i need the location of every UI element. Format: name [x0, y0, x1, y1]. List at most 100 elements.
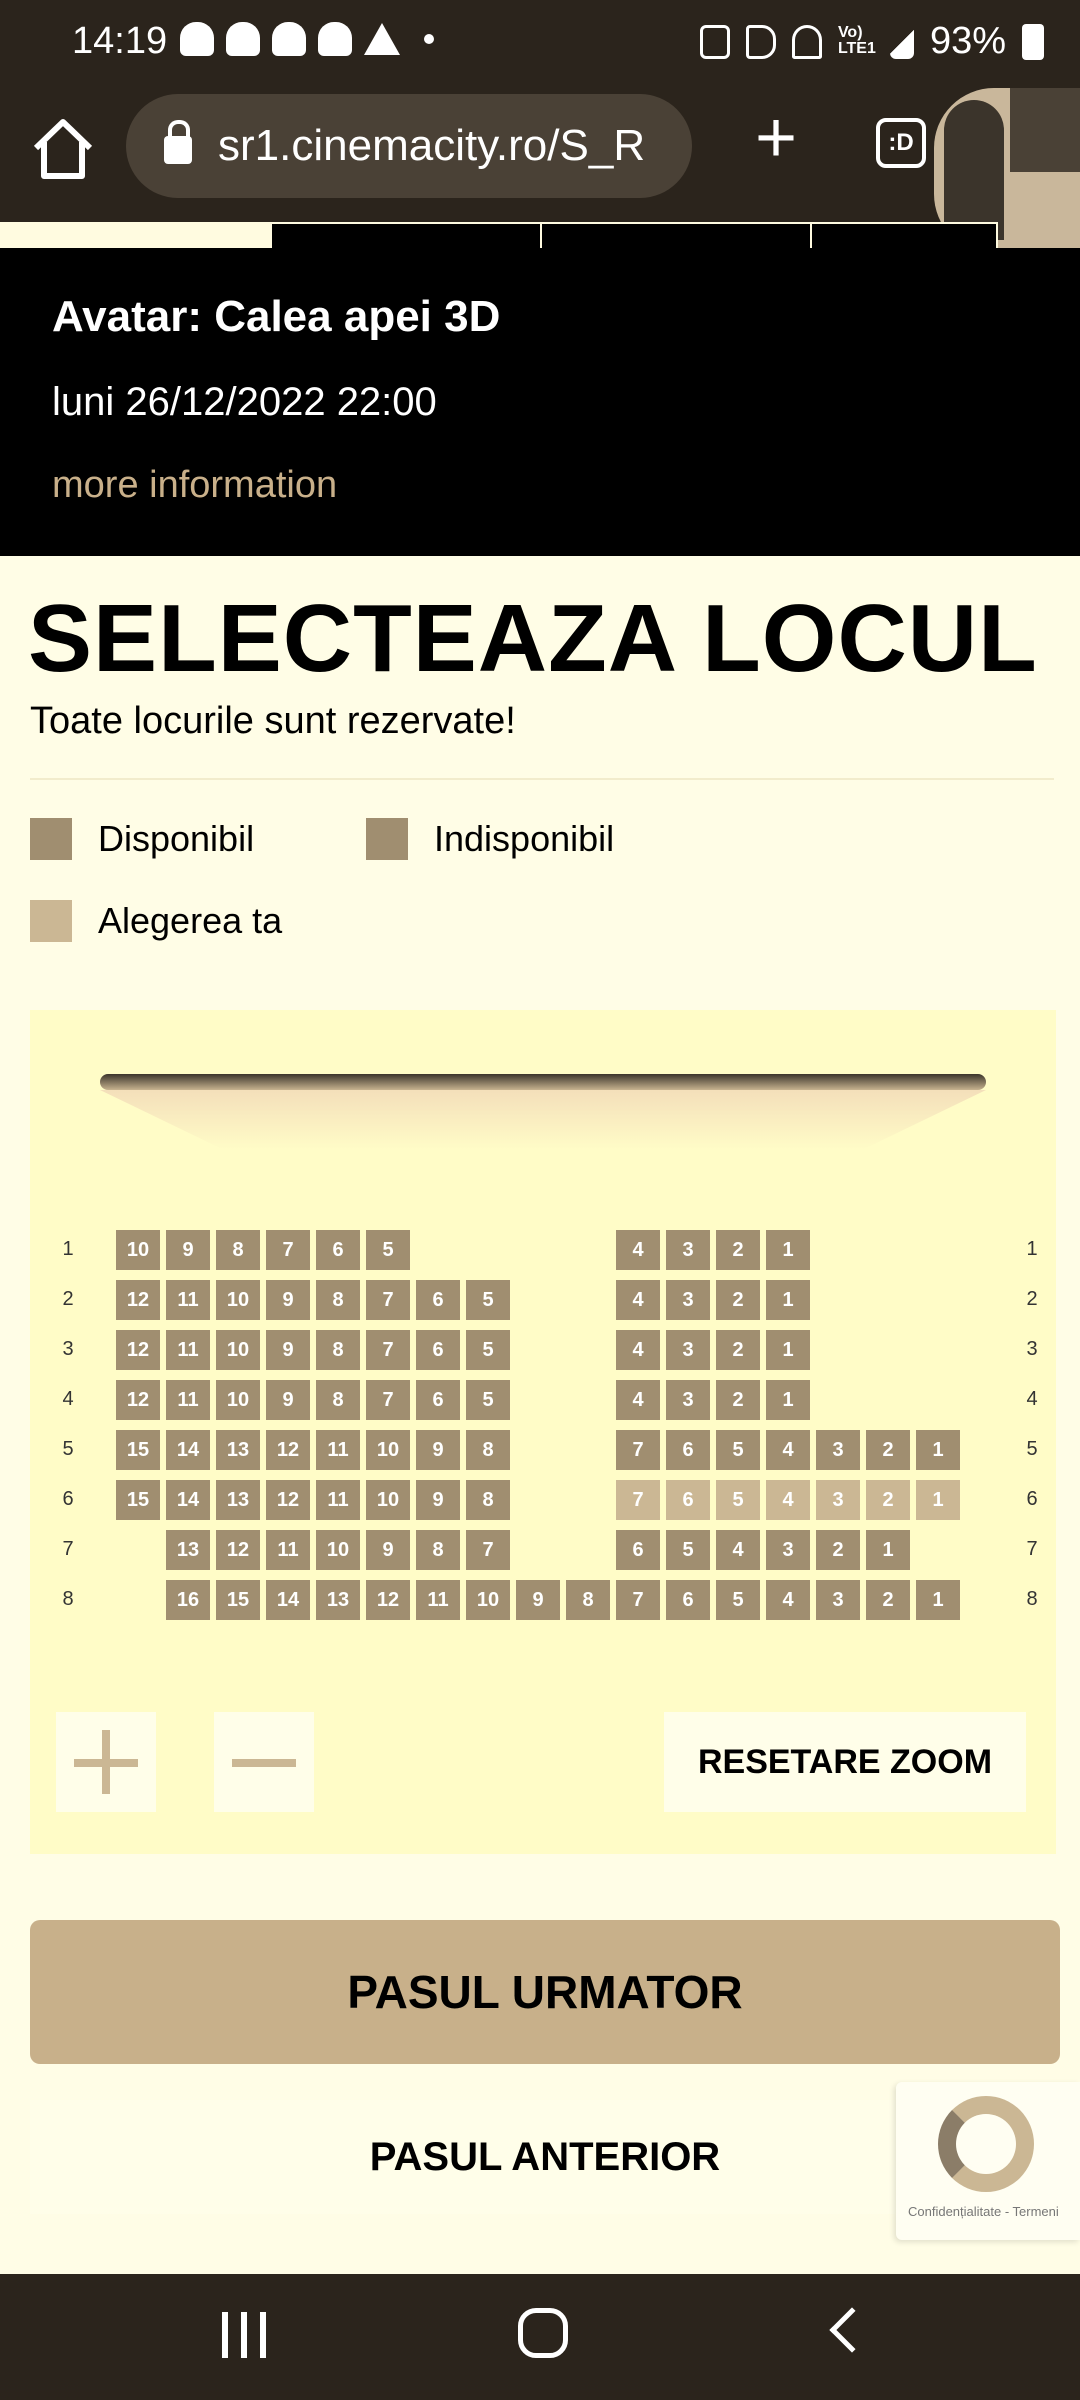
seat[interactable]: 2 — [716, 1380, 760, 1420]
seat[interactable]: 12 — [366, 1580, 410, 1620]
seat[interactable]: 10 — [366, 1430, 410, 1470]
seat[interactable]: 9 — [266, 1330, 310, 1370]
seat[interactable]: 8 — [416, 1530, 460, 1570]
seat[interactable]: 1 — [766, 1330, 810, 1370]
seat[interactable]: 15 — [116, 1480, 160, 1520]
seat[interactable]: 4 — [766, 1580, 810, 1620]
seat[interactable]: 2 — [716, 1330, 760, 1370]
seat[interactable]: 10 — [216, 1380, 260, 1420]
seat[interactable]: 10 — [216, 1280, 260, 1320]
seat[interactable]: 7 — [366, 1330, 410, 1370]
seat[interactable]: 8 — [316, 1280, 360, 1320]
seat[interactable]: 6 — [416, 1380, 460, 1420]
seat[interactable]: 6 — [616, 1530, 660, 1570]
seat[interactable]: 4 — [616, 1280, 660, 1320]
recaptcha-text[interactable]: Confidențialitate - Termeni — [908, 2204, 1059, 2219]
more-information-link[interactable]: more information — [52, 464, 337, 507]
seat[interactable]: 7 — [266, 1230, 310, 1270]
seat[interactable]: 13 — [216, 1480, 260, 1520]
seat[interactable]: 8 — [316, 1330, 360, 1370]
seat[interactable]: 5 — [466, 1380, 510, 1420]
seat[interactable]: 1 — [766, 1380, 810, 1420]
seat[interactable]: 15 — [216, 1580, 260, 1620]
seat[interactable]: 13 — [216, 1430, 260, 1470]
seat[interactable]: 5 — [716, 1580, 760, 1620]
seat[interactable]: 9 — [366, 1530, 410, 1570]
seat[interactable]: 11 — [416, 1580, 460, 1620]
seat[interactable]: 3 — [666, 1330, 710, 1370]
seat[interactable]: 4 — [766, 1430, 810, 1470]
home-button-icon[interactable] — [518, 2308, 568, 2358]
seat[interactable]: 8 — [466, 1480, 510, 1520]
seat[interactable]: 4 — [616, 1330, 660, 1370]
seat[interactable]: 11 — [266, 1530, 310, 1570]
seat[interactable]: 4 — [716, 1530, 760, 1570]
seat[interactable]: 4 — [616, 1380, 660, 1420]
seat[interactable]: 7 — [616, 1580, 660, 1620]
seat[interactable]: 3 — [816, 1430, 860, 1470]
seat[interactable]: 6 — [666, 1480, 710, 1520]
seat[interactable]: 9 — [416, 1480, 460, 1520]
seat[interactable]: 1 — [916, 1580, 960, 1620]
seat[interactable]: 13 — [316, 1580, 360, 1620]
seat[interactable]: 11 — [316, 1480, 360, 1520]
seat[interactable]: 8 — [566, 1580, 610, 1620]
seat[interactable]: 10 — [216, 1330, 260, 1370]
seat[interactable]: 1 — [916, 1430, 960, 1470]
seat[interactable]: 5 — [716, 1430, 760, 1470]
seat[interactable]: 11 — [316, 1430, 360, 1470]
seat[interactable]: 5 — [366, 1230, 410, 1270]
seat[interactable]: 12 — [266, 1430, 310, 1470]
seat[interactable]: 15 — [116, 1430, 160, 1470]
seat[interactable]: 3 — [666, 1230, 710, 1270]
seat[interactable]: 5 — [466, 1280, 510, 1320]
seat[interactable]: 1 — [916, 1480, 960, 1520]
seat[interactable]: 3 — [666, 1380, 710, 1420]
seat[interactable]: 6 — [416, 1330, 460, 1370]
seat[interactable]: 8 — [466, 1430, 510, 1470]
seat[interactable]: 5 — [666, 1530, 710, 1570]
seat[interactable]: 2 — [716, 1230, 760, 1270]
seat[interactable]: 6 — [416, 1280, 460, 1320]
seat[interactable]: 8 — [316, 1380, 360, 1420]
seat[interactable]: 4 — [766, 1480, 810, 1520]
seat[interactable]: 1 — [766, 1280, 810, 1320]
home-icon[interactable] — [28, 114, 98, 184]
seat[interactable]: 13 — [166, 1530, 210, 1570]
back-icon[interactable] — [829, 2307, 875, 2353]
seat[interactable]: 12 — [116, 1280, 160, 1320]
seat[interactable]: 3 — [766, 1530, 810, 1570]
seat[interactable]: 16 — [166, 1580, 210, 1620]
seat[interactable]: 10 — [366, 1480, 410, 1520]
seat[interactable]: 4 — [616, 1230, 660, 1270]
seat[interactable]: 12 — [216, 1530, 260, 1570]
new-tab-icon[interactable]: + — [746, 102, 806, 174]
seat[interactable]: 10 — [116, 1230, 160, 1270]
zoom-in-button[interactable] — [56, 1712, 156, 1812]
seat[interactable]: 12 — [266, 1480, 310, 1520]
seat[interactable]: 9 — [166, 1230, 210, 1270]
seat[interactable]: 5 — [716, 1480, 760, 1520]
seat[interactable]: 2 — [716, 1280, 760, 1320]
seat[interactable]: 1 — [766, 1230, 810, 1270]
seat[interactable]: 12 — [116, 1380, 160, 1420]
zoom-out-button[interactable] — [214, 1712, 314, 1812]
seat[interactable]: 11 — [166, 1380, 210, 1420]
seat[interactable]: 6 — [666, 1580, 710, 1620]
seat[interactable]: 7 — [466, 1530, 510, 1570]
seat[interactable]: 5 — [466, 1330, 510, 1370]
address-bar[interactable]: sr1.cinemacity.ro/S_R — [126, 94, 692, 198]
recaptcha-badge[interactable]: Confidențialitate - Termeni — [896, 2082, 1080, 2240]
reset-zoom-button[interactable]: RESETARE ZOOM — [664, 1712, 1026, 1812]
seat[interactable]: 3 — [816, 1480, 860, 1520]
seat[interactable]: 11 — [166, 1280, 210, 1320]
seat[interactable]: 14 — [266, 1580, 310, 1620]
seat[interactable]: 14 — [166, 1480, 210, 1520]
seat[interactable]: 7 — [366, 1380, 410, 1420]
seat[interactable]: 9 — [516, 1580, 560, 1620]
seat[interactable]: 9 — [416, 1430, 460, 1470]
seat[interactable]: 2 — [866, 1480, 910, 1520]
seat[interactable]: 6 — [316, 1230, 360, 1270]
seat[interactable]: 1 — [866, 1530, 910, 1570]
seat[interactable]: 3 — [666, 1280, 710, 1320]
